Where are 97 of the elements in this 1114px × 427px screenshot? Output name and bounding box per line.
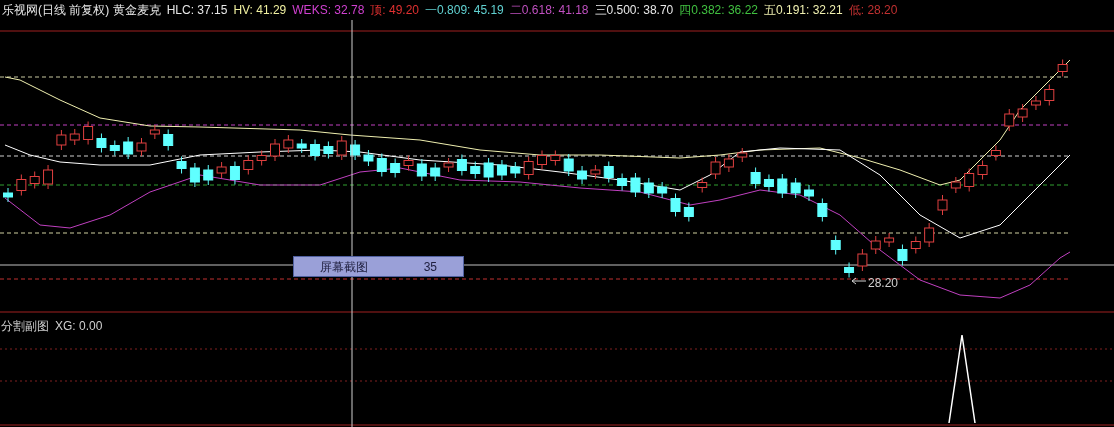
candlestick bbox=[777, 173, 788, 199]
indicator-value: 顶: 49.20 bbox=[370, 2, 420, 19]
candlestick bbox=[1030, 95, 1041, 111]
candlestick bbox=[203, 164, 214, 186]
candlestick bbox=[229, 161, 240, 185]
candlestick bbox=[670, 193, 681, 217]
candlestick bbox=[990, 145, 1001, 161]
candlestick bbox=[750, 167, 761, 189]
sub-chart-indicator: XG: 0.00 bbox=[55, 318, 103, 335]
indicator-value: 五0.191: 32.21 bbox=[764, 2, 843, 19]
candlestick bbox=[149, 124, 160, 140]
candlestick bbox=[69, 128, 80, 146]
candlestick bbox=[844, 262, 855, 278]
candlestick bbox=[1057, 59, 1068, 77]
candlestick bbox=[243, 155, 254, 175]
candlestick bbox=[363, 149, 374, 167]
tooltip-value: 35 bbox=[423, 258, 437, 276]
candlestick bbox=[937, 194, 948, 216]
candlestick bbox=[523, 156, 534, 180]
candlestick bbox=[643, 177, 654, 199]
candlestick bbox=[630, 172, 641, 198]
candlestick bbox=[336, 135, 347, 161]
candlestick bbox=[884, 232, 895, 248]
candlestick bbox=[16, 174, 27, 196]
candlestick bbox=[857, 248, 868, 272]
candlestick bbox=[617, 173, 628, 191]
candlestick bbox=[577, 165, 588, 185]
indicator-value: 低: 28.20 bbox=[848, 2, 898, 19]
candlestick bbox=[296, 138, 307, 154]
candlestick bbox=[910, 236, 921, 254]
chart-title: 乐视网(日线 前复权) 黄金麦克 bbox=[2, 2, 161, 19]
candlestick bbox=[256, 150, 267, 166]
candlestick bbox=[323, 141, 334, 159]
candlestick bbox=[163, 129, 174, 151]
candlestick bbox=[697, 177, 708, 193]
candlestick bbox=[350, 139, 361, 161]
sub-chart-title: 分割副图 bbox=[1, 318, 49, 335]
candlestick bbox=[189, 162, 200, 188]
candlestick bbox=[96, 133, 107, 153]
candlestick bbox=[897, 244, 908, 266]
candlestick bbox=[3, 187, 13, 203]
candlestick bbox=[310, 139, 321, 161]
candlestick bbox=[376, 153, 387, 177]
candlestick bbox=[390, 158, 401, 178]
indicator-value: HV: 41.29 bbox=[233, 2, 287, 19]
candlestick bbox=[550, 150, 561, 166]
candlestick bbox=[817, 198, 828, 222]
indicator-value: 二0.618: 41.18 bbox=[509, 2, 589, 19]
candlestick bbox=[603, 161, 614, 183]
candlestick bbox=[590, 164, 601, 180]
indicator-value: HLC: 37.15 bbox=[166, 2, 228, 19]
candlestick bbox=[496, 159, 507, 181]
candlestick bbox=[430, 162, 441, 182]
candlestick bbox=[136, 137, 147, 157]
arrow-icon bbox=[851, 277, 867, 285]
candlestick bbox=[270, 138, 280, 162]
candlestick bbox=[443, 157, 454, 173]
candlestick bbox=[537, 150, 547, 170]
candlestick bbox=[830, 235, 841, 255]
candlestick bbox=[683, 202, 694, 222]
candlestick bbox=[737, 147, 748, 163]
candlestick bbox=[83, 121, 94, 145]
candlestick bbox=[710, 156, 721, 180]
candlestick bbox=[924, 222, 935, 248]
candlestick bbox=[176, 156, 187, 174]
candlestick bbox=[510, 161, 521, 179]
candlestick bbox=[483, 157, 494, 183]
candlestick bbox=[790, 177, 801, 199]
candlestick bbox=[109, 140, 120, 156]
tooltip-label: 屏幕截图 bbox=[320, 258, 368, 276]
indicator-value: 四0.382: 36.22 bbox=[679, 2, 758, 19]
candlestick bbox=[456, 154, 467, 176]
candlestick bbox=[1044, 84, 1055, 106]
candlestick bbox=[1004, 108, 1015, 132]
candlestick bbox=[1017, 103, 1028, 123]
candlestick bbox=[977, 160, 988, 180]
candlestick bbox=[283, 134, 294, 154]
candlestick bbox=[804, 184, 814, 202]
indicator-value: 一0.809: 45.19 bbox=[425, 2, 504, 19]
candlestick bbox=[470, 161, 481, 179]
indicator-value: 三0.500: 38.70 bbox=[594, 2, 674, 19]
candlestick bbox=[123, 136, 134, 160]
candlestick bbox=[870, 235, 881, 255]
candlestick bbox=[29, 171, 40, 189]
candlestick bbox=[763, 174, 774, 192]
candlestick bbox=[950, 176, 961, 194]
candlestick bbox=[403, 155, 414, 171]
candlestick bbox=[416, 158, 427, 182]
candlestick bbox=[723, 153, 734, 173]
candlestick bbox=[657, 181, 668, 199]
candlestick bbox=[43, 164, 54, 190]
candlestick bbox=[964, 168, 975, 192]
low-price-label: 28.20 bbox=[868, 275, 899, 292]
candlestick bbox=[56, 129, 67, 151]
candlestick bbox=[563, 153, 574, 177]
candlestick bbox=[216, 161, 227, 179]
indicator-value: WEKS: 32.78 bbox=[292, 2, 365, 19]
